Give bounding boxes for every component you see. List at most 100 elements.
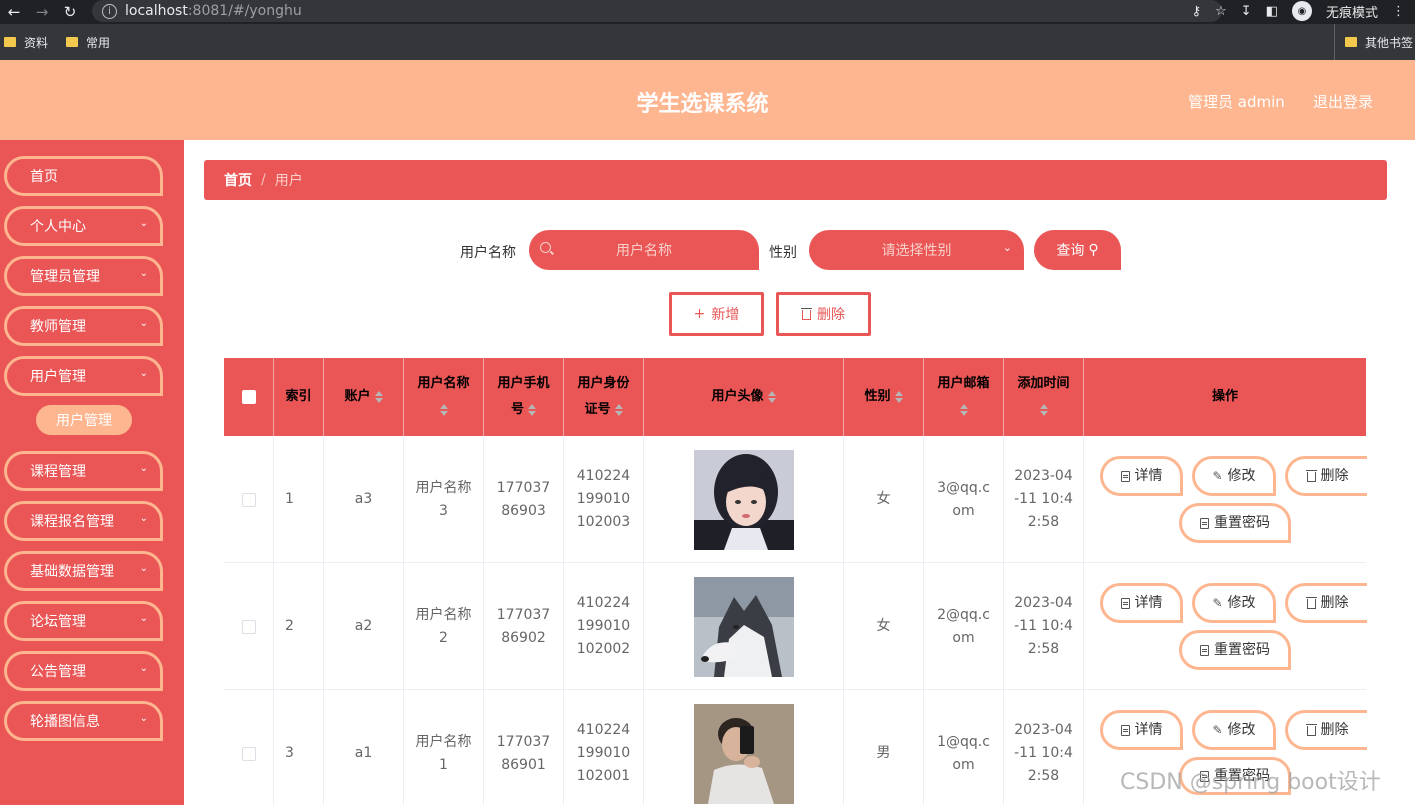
cell-phone: 17703786902 [484,563,564,690]
row-select-cell [224,563,274,690]
column-header[interactable]: 性别 [844,358,924,436]
download-icon[interactable]: ↧ [1241,4,1252,19]
reset-password-button[interactable]: 重置密码 [1179,503,1291,543]
name-search-placeholder: 用户名称 [616,243,672,259]
chevron-down-icon: ⌄ [139,613,148,624]
sidebar-item-carousel[interactable]: 轮播图信息 ⌄ [4,701,163,741]
column-header[interactable]: 用户邮箱 [924,358,1004,436]
sidebar-item-forum[interactable]: 论坛管理 ⌄ [4,601,163,641]
edit-icon: ✎ [1212,595,1223,610]
forward-icon[interactable]: → [28,0,56,24]
sidebar-item-teachers[interactable]: 教师管理 ⌄ [4,306,163,346]
query-button[interactable]: 查询 ⚲ [1034,230,1121,270]
cell-avatar [644,690,844,805]
sidebar-item-label: 个人中心 [30,219,86,235]
cell-email: 3@qq.com [924,436,1004,563]
column-header[interactable]: 账户 [324,358,404,436]
reset-password-button[interactable]: 重置密码 [1179,630,1291,670]
app-header: 学生选课系统 管理员 admin 退出登录 [0,60,1415,140]
site-info-icon[interactable]: i [102,3,117,19]
back-icon[interactable]: ← [0,0,28,24]
sidebar-item-home[interactable]: 首页 [4,156,163,196]
sidebar-item-profile[interactable]: 个人中心 ⌄ [4,206,163,246]
batch-delete-button[interactable]: 删除 [776,292,871,336]
select-all-checkbox[interactable] [241,390,256,404]
sort-icon[interactable] [614,403,623,416]
breadcrumb-home[interactable]: 首页 [224,170,252,190]
sort-icon[interactable] [528,403,536,416]
sort-icon[interactable] [767,390,776,403]
edit-button[interactable]: ✎ 修改 [1192,456,1276,496]
sidebar-subitem-users[interactable]: 用户管理 [36,405,132,435]
other-bookmarks[interactable]: 其他书签 [1333,24,1413,60]
avatar[interactable] [693,576,794,677]
column-header: 索引 [274,358,324,436]
edit-button[interactable]: ✎ 修改 [1192,583,1276,623]
batch-delete-label: 删除 [817,307,845,323]
edit-button[interactable]: ✎ 修改 [1192,710,1276,750]
sort-icon[interactable] [959,403,968,416]
delete-button[interactable]: 删除 [1285,456,1367,496]
avatar[interactable] [693,449,794,550]
detail-button[interactable]: 详情 [1100,456,1183,496]
gender-select[interactable]: 请选择性别 ⌄ [809,230,1024,270]
document-icon [1120,724,1130,736]
column-header[interactable]: 用户头像 [644,358,844,436]
cell-time: 2023-04-11 10:42:58 [1004,563,1084,690]
sidebar-item-label: 用户管理 [30,369,86,385]
sidebar-item-label: 轮播图信息 [30,714,100,730]
sidebar-item-enrollment[interactable]: 课程报名管理 ⌄ [4,501,163,541]
row-checkbox[interactable] [241,619,256,634]
cell-account: a3 [324,436,404,563]
sort-icon[interactable] [894,390,903,403]
bookmark-folder[interactable]: 常用 [66,34,110,51]
sort-icon[interactable] [439,403,448,416]
star-icon[interactable]: ☆ [1215,4,1227,19]
document-icon [1200,517,1209,529]
sort-icon[interactable] [374,390,383,403]
chevron-down-icon: ⌄ [139,663,148,674]
cell-gender: 女 [844,436,924,563]
sidebar-item-label: 首页 [30,169,58,185]
sidebar-item-courses[interactable]: 课程管理 ⌄ [4,451,163,491]
sidepanel-icon[interactable]: ◧ [1266,4,1278,19]
detail-button[interactable]: 详情 [1100,710,1183,750]
row-checkbox[interactable] [241,492,256,507]
sidebar-item-notices[interactable]: 公告管理 ⌄ [4,651,163,691]
logout-link[interactable]: 退出登录 [1313,91,1373,112]
sidebar-item-label: 基础数据管理 [30,564,114,580]
delete-button[interactable]: 删除 [1285,583,1367,623]
cell-name: 用户名称3 [404,436,484,563]
column-header-label: 索引 [285,389,312,404]
cell-gender: 女 [844,563,924,690]
sidebar-item-basic-data[interactable]: 基础数据管理 ⌄ [4,551,163,591]
name-search-input[interactable]: 用户名称 [529,230,759,270]
row-checkbox[interactable] [241,746,256,761]
column-header[interactable]: 用户手机号 [484,358,564,436]
table-header: 索引 账户 用户名称 用户手机号 用户身份证号 用户头像 性别 用户邮箱 添加时… [224,358,1366,436]
column-header[interactable]: 用户身份证号 [564,358,644,436]
trash-icon [1305,597,1317,609]
sort-icon[interactable] [1039,403,1048,416]
add-button[interactable]: + 新增 [669,292,764,336]
cell-avatar [644,563,844,690]
column-header[interactable]: 用户名称 [404,358,484,436]
incognito-icon[interactable]: ◉ [1291,1,1312,21]
reload-icon[interactable]: ↻ [56,0,84,24]
sidebar-item-label: 课程管理 [30,464,86,480]
select-all-cell [224,358,274,436]
browser-menu-icon[interactable]: ⋮ [1392,4,1405,19]
address-bar[interactable]: i localhost:8081/#/yonghu [92,0,1222,22]
key-icon[interactable]: ⚷ [1192,4,1202,19]
delete-label: 删除 [1320,467,1349,484]
sidebar-item-admins[interactable]: 管理员管理 ⌄ [4,256,163,296]
delete-button[interactable]: 删除 [1285,710,1367,750]
bookmark-folder[interactable]: 资料 [4,34,48,51]
sidebar-item-users[interactable]: 用户管理 ⌄ [4,356,163,396]
detail-button[interactable]: 详情 [1100,583,1183,623]
avatar[interactable] [693,703,794,804]
chevron-down-icon: ⌄ [139,268,148,279]
column-header[interactable]: 添加时间 [1004,358,1084,436]
cell-index: 2 [274,563,324,690]
detail-label: 详情 [1134,594,1163,611]
